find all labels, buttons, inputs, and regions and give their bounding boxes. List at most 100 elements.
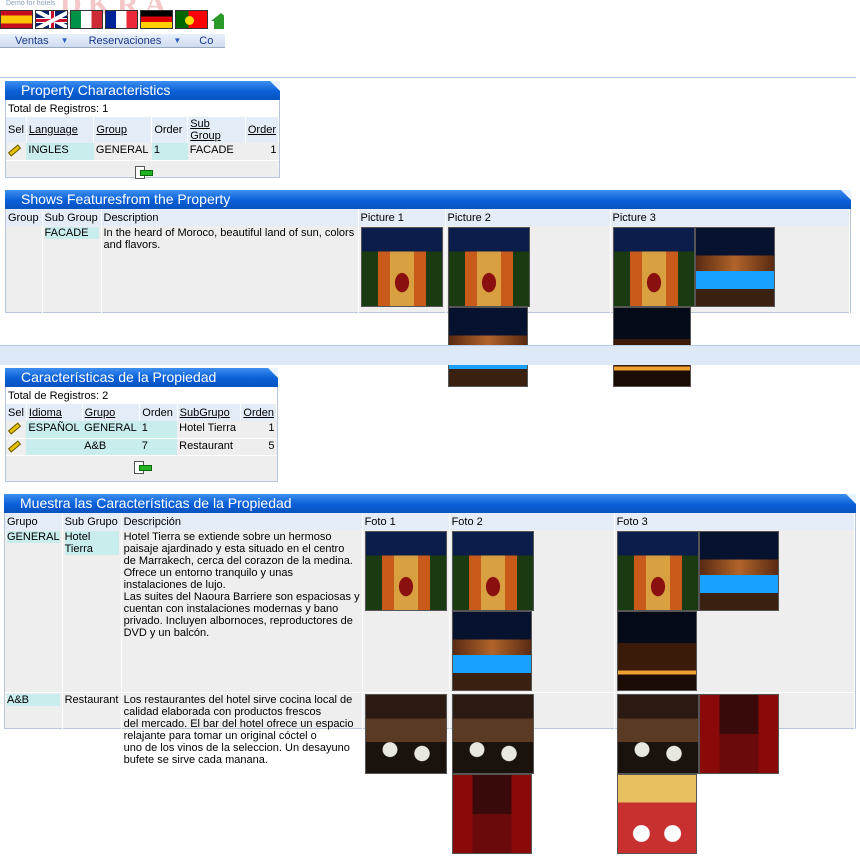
hotel-pool-photo[interactable]: [698, 531, 779, 611]
cell-idioma: ESPAÑOL: [26, 421, 83, 439]
pencil-icon[interactable]: [8, 422, 20, 432]
characteristics-table: Sel Language Group Order Sub Group Order…: [6, 117, 280, 160]
col-sel: Sel: [6, 404, 27, 421]
cell-orden: 7: [139, 438, 178, 455]
cell-subgrupo: Hotel Tierra: [177, 421, 241, 439]
add-record-bar: [6, 160, 279, 182]
cell-orden-2: 1: [240, 421, 277, 439]
col-foto-3: Foto 3: [614, 513, 856, 530]
edit-cell[interactable]: [6, 421, 27, 439]
restaurant-red-photo[interactable]: [451, 774, 532, 854]
table-header: Grupo Sub Grupo Descripción Foto 1 Foto …: [5, 513, 856, 530]
menu-co[interactable]: Co: [199, 35, 213, 47]
banquet-hall-photo[interactable]: [616, 774, 697, 854]
col-orden-2[interactable]: Orden: [240, 404, 277, 421]
cell-foto-1: [362, 530, 450, 693]
muestra-table: Grupo Sub Grupo Descripción Foto 1 Foto …: [5, 513, 856, 856]
table-row[interactable]: ESPAÑOL GENERAL 1 Hotel Tierra 1: [6, 421, 277, 439]
caret-down-icon: ▼: [173, 36, 182, 45]
menu-ventas[interactable]: Ventas ▼: [15, 35, 69, 47]
shows-features-panel: Group Sub Group Description Picture 1 Pi…: [5, 209, 851, 389]
col-idioma[interactable]: Idioma: [26, 404, 83, 421]
col-grupo: Grupo: [5, 513, 63, 530]
restaurant-photo[interactable]: [451, 694, 534, 774]
col-grupo[interactable]: Grupo: [82, 404, 141, 421]
total-records: Total de Registros: 1: [6, 100, 279, 117]
table-row: A&B Restaurant Los restaurantes del hote…: [5, 692, 856, 856]
col-language[interactable]: Language: [26, 117, 95, 143]
hotel-facade-photo[interactable]: [451, 531, 534, 611]
flag-portugal-icon[interactable]: [175, 10, 208, 29]
cell-foto-3: [614, 530, 856, 693]
cell-foto-1: [362, 692, 450, 856]
restaurant-photo[interactable]: [364, 694, 447, 774]
hotel-facade-photo[interactable]: [447, 227, 530, 307]
property-characteristics-panel: Total de Registros: 1 Sel Language Group…: [5, 100, 280, 179]
cell-grupo: GENERAL: [82, 421, 140, 439]
cell-foto-2: [449, 692, 615, 856]
cell-language: INGLES: [26, 143, 94, 160]
cell-grupo: GENERAL: [5, 530, 63, 693]
cell-order: 1: [151, 143, 188, 160]
hotel-facade-photo[interactable]: [364, 531, 447, 611]
col-foto-2: Foto 2: [449, 513, 615, 530]
main-menu: Ventas ▼ Reservaciones ▼ Co: [0, 34, 225, 48]
pencil-icon[interactable]: [8, 440, 20, 450]
caret-down-icon: ▼: [60, 36, 69, 45]
add-record-icon[interactable]: [133, 460, 152, 474]
edit-cell[interactable]: [6, 438, 26, 455]
col-order-2[interactable]: Order: [245, 117, 280, 143]
home-icon[interactable]: [210, 10, 224, 29]
caracteristicas-table: Sel Idioma Grupo Orden SubGrupo Orden ES…: [6, 404, 277, 455]
col-foto-1: Foto 1: [362, 513, 450, 530]
hotel-facade-photo[interactable]: [612, 227, 695, 307]
cell-grupo: A&B: [82, 438, 140, 455]
col-description: Description: [101, 209, 359, 226]
add-record-bar: [6, 455, 277, 477]
col-sub-group: Sub Group: [42, 209, 102, 226]
divider: [0, 77, 856, 78]
menu-reservaciones[interactable]: Reservaciones ▼: [89, 35, 182, 47]
edit-cell[interactable]: [6, 143, 26, 160]
col-sel: Sel: [6, 117, 27, 143]
cell-orden-2: 5: [268, 439, 275, 452]
cell-subgrupo: Restaurant: [62, 692, 122, 856]
panel-title-caracteristicas: Características de la Propiedad: [5, 368, 278, 387]
flag-spain-icon[interactable]: [0, 10, 33, 29]
restaurant-photo[interactable]: [616, 694, 699, 774]
table-row[interactable]: INGLES GENERAL 1 FACADE 1: [6, 143, 279, 160]
col-descripcion: Descripción: [121, 513, 363, 530]
flag-france-icon[interactable]: [105, 10, 138, 29]
cell-subgroup: FACADE: [189, 144, 234, 156]
restaurant-red-photo[interactable]: [698, 694, 779, 774]
cell-descripcion: Hotel Tierra se extiende sobre un hermos…: [121, 530, 363, 693]
col-subgrupo[interactable]: SubGrupo: [177, 404, 242, 421]
col-picture-2: Picture 2: [445, 209, 611, 226]
col-group[interactable]: Group: [93, 117, 153, 143]
caracteristicas-panel: Total de Registros: 2 Sel Idioma Grupo O…: [5, 387, 278, 482]
col-sub-grupo: Sub Grupo: [62, 513, 122, 530]
col-sub-group[interactable]: Sub Group: [187, 117, 246, 143]
total-records: Total de Registros: 2: [6, 387, 277, 404]
pencil-icon[interactable]: [8, 144, 20, 154]
flag-italy-icon[interactable]: [70, 10, 103, 29]
table-header: Sel Language Group Order Sub Group Order: [6, 117, 280, 143]
cell-order-2: 1: [270, 144, 277, 156]
table-header: Sel Idioma Grupo Orden SubGrupo Orden: [6, 404, 277, 421]
section-separator: [0, 345, 860, 365]
cell-subgrupo: Hotel Tierra: [62, 530, 122, 693]
hotel-facade-photo[interactable]: [360, 227, 443, 307]
flag-uk-icon[interactable]: [35, 10, 68, 29]
hotel-facade-photo[interactable]: [616, 531, 699, 611]
col-orden: Orden: [139, 404, 178, 421]
cell-group: GENERAL: [95, 144, 149, 156]
table-row[interactable]: A&B 7 Restaurant 5: [6, 438, 277, 455]
cell-idioma: [26, 438, 83, 455]
add-record-icon[interactable]: [134, 165, 153, 179]
hotel-night-photo[interactable]: [616, 611, 697, 691]
hotel-pool-photo[interactable]: [451, 611, 532, 691]
flag-germany-icon[interactable]: [140, 10, 173, 29]
demo-label: Demo for hotels: [6, 0, 56, 7]
cell-orden: 1: [139, 421, 178, 439]
hotel-pool-photo[interactable]: [694, 227, 775, 307]
